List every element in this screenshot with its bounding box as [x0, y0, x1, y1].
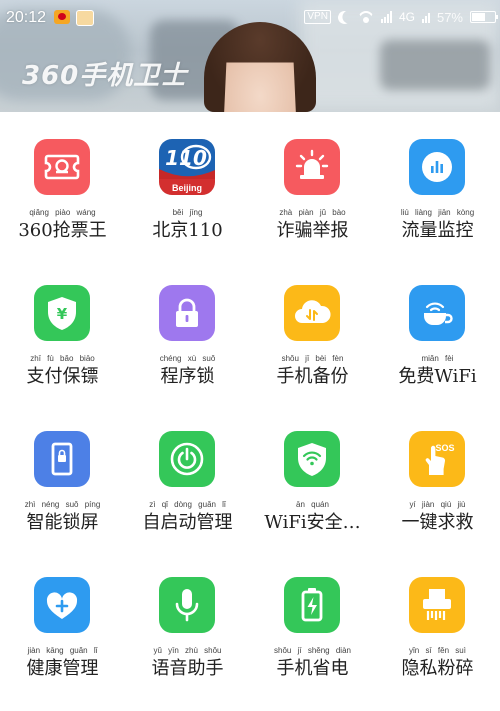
banner-background-shape: [380, 40, 490, 90]
weibo-notification-icon: [54, 10, 70, 24]
app-label: 程序锁: [160, 366, 215, 387]
cellular-signal-icon: [380, 11, 392, 23]
wifi-shield-icon: [284, 431, 340, 487]
tools-grid: qiǎng piào wáng 360抢票王 110 Beijing běi j…: [0, 112, 500, 711]
logo-110-text: 110: [165, 146, 207, 170]
app-tile-wifi-security[interactable]: ān quán WiFi安全…: [250, 404, 375, 550]
status-time: 20:12: [6, 9, 47, 26]
battery-icon: [470, 11, 498, 23]
cloud-backup-icon: [284, 285, 340, 341]
payment-shield-icon: ¥: [34, 285, 90, 341]
wifi-cup-icon: [409, 285, 465, 341]
app-tile-autostart-manager[interactable]: zì qǐ dòng guǎn lǐ 自启动管理: [125, 404, 250, 550]
wifi-signal-icon: [358, 11, 374, 23]
app-tile-sos[interactable]: SOS yí jiàn qiú jiù 一键求救: [375, 404, 500, 550]
ticket-icon: [34, 139, 90, 195]
beijing-110-icon: 110 Beijing: [159, 139, 215, 195]
yuan-symbol: ¥: [57, 305, 68, 323]
microphone-icon: [159, 577, 215, 633]
data-monitor-icon: [409, 139, 465, 195]
logo-beijing-text: Beijing: [172, 183, 202, 193]
app-label: 智能锁屏: [26, 512, 99, 533]
app-tile-free-wifi[interactable]: miǎn fèi 免费WiFi: [375, 258, 500, 404]
app-label: 诈骗举报: [276, 220, 349, 241]
app-tile-privacy-shredder[interactable]: yǐn sī fěn suì 隐私粉碎: [375, 550, 500, 696]
app-label: WiFi安全…: [264, 512, 361, 533]
app-tile-smart-lock-screen[interactable]: zhì néng suǒ píng 智能锁屏: [0, 404, 125, 550]
app-label: 隐私粉碎: [401, 658, 474, 679]
app-label: 支付保镖: [26, 366, 99, 387]
vpn-badge: VPN: [304, 10, 331, 24]
sos-hand-icon: SOS: [409, 431, 465, 487]
alarm-siren-icon: [284, 139, 340, 195]
status-bar: 20:12 VPN 4G 57%: [0, 0, 500, 34]
app-tile-fraud-report[interactable]: zhà piàn jǔ bào 诈骗举报: [250, 112, 375, 258]
app-label: 360抢票王: [18, 220, 107, 241]
cellular-signal-2-icon: [421, 11, 430, 23]
app-tile-payment-guard[interactable]: ¥ zhī fù bǎo biāo 支付保镖: [0, 258, 125, 404]
battery-saver-icon: [284, 577, 340, 633]
app-tile-health-manager[interactable]: jiàn kāng guǎn lǐ 健康管理: [0, 550, 125, 696]
app-label: 一键求救: [401, 512, 474, 533]
app-label: 流量监控: [401, 220, 474, 241]
sos-text: SOS: [435, 443, 454, 453]
shredder-icon: [409, 577, 465, 633]
app-tile-app-lock[interactable]: chéng xù suǒ 程序锁: [125, 258, 250, 404]
health-heart-icon: [34, 577, 90, 633]
app-tile-phone-backup[interactable]: shǒu jī bèi fèn 手机备份: [250, 258, 375, 404]
battery-fill: [472, 13, 485, 21]
banner-title: 360手机卫士: [22, 61, 188, 91]
power-icon: [159, 431, 215, 487]
lock-screen-icon: [34, 431, 90, 487]
do-not-disturb-moon-icon: [336, 9, 353, 26]
app-tile-ticket[interactable]: qiǎng piào wáng 360抢票王: [0, 112, 125, 258]
app-tile-beijing-110[interactable]: 110 Beijing běi jīng 北京110: [125, 112, 250, 258]
app-label: 免费WiFi: [398, 366, 477, 387]
app-label: 北京110: [152, 220, 223, 241]
app-label: 语音助手: [151, 658, 224, 679]
battery-percent: 57%: [436, 9, 463, 25]
app-lock-icon: [159, 285, 215, 341]
app-tile-data-monitor[interactable]: liú liàng jiān kòng 流量监控: [375, 112, 500, 258]
app-label: 健康管理: [26, 658, 99, 679]
app-label: 手机备份: [276, 366, 349, 387]
app-tile-power-saver[interactable]: shǒu jī shěng diàn 手机省电: [250, 550, 375, 696]
status-indicators: VPN 4G 57%: [304, 8, 498, 26]
app-tile-voice-assistant[interactable]: yǔ yīn zhù shǒu 语音助手: [125, 550, 250, 696]
app-notification-icon: [76, 10, 94, 26]
network-type: 4G: [398, 10, 415, 24]
app-label: 手机省电: [276, 658, 349, 679]
app-label: 自启动管理: [142, 512, 233, 533]
